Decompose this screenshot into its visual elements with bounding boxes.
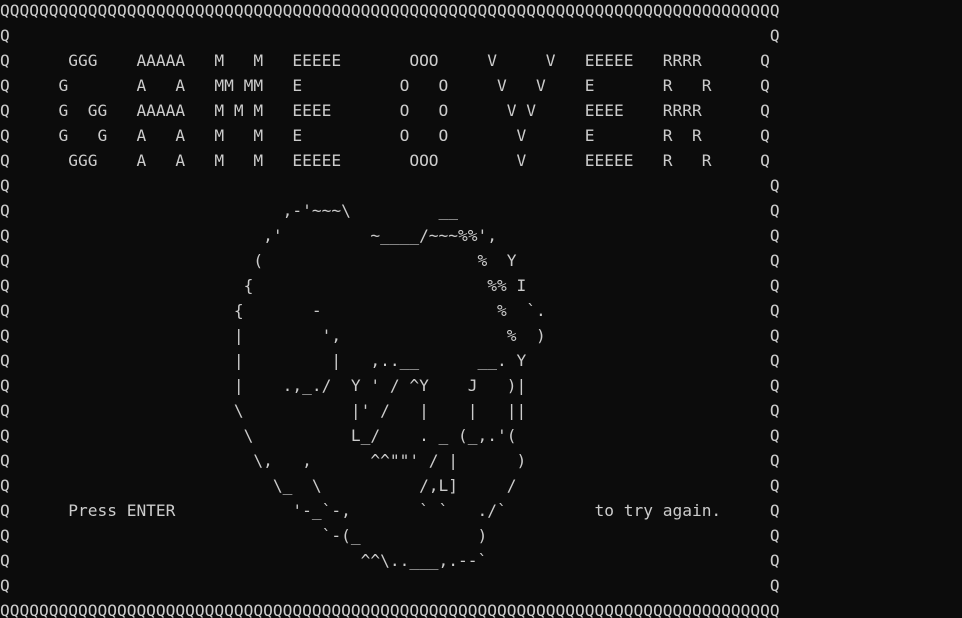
skull-art-row: Q | .,_./ Y ' / ^Y J )| Q [0,376,780,395]
bottom-border-row: QQQQQQQQQQQQQQQQQQQQQQQQQQQQQQQQQQQQQQQQ… [0,601,780,618]
skull-art-row: Q { %% I Q [0,276,780,295]
game-over-title-row: Q GGG AAAAA M M EEEEE OOO V V EEEEE RRRR… [0,51,770,70]
game-over-title-row: Q GGG A A M M EEEEE OOO V EEEEE R R Q [0,151,770,170]
game-over-title-row: Q G A A MM MM E O O V V E R R Q [0,76,770,95]
skull-art-row: Q \, , ^^""' / | ) Q [0,451,780,470]
skull-art-row: Q \ L_/ . _ (_,.'( Q [0,426,780,445]
skull-art-row: Q { - % `. Q [0,301,780,320]
skull-art-row: Q ( % Y Q [0,251,780,270]
game-over-title-row: Q G G A A M M E O O V E R R Q [0,126,770,145]
top-border-row: QQQQQQQQQQQQQQQQQQQQQQQQQQQQQQQQQQQQQQQQ… [0,1,780,20]
skull-art-row: Q `-(_ ) Q [0,526,780,545]
terminal-row: Q Q [0,176,780,195]
skull-art-row: Q \_ \ /,L] / Q [0,476,780,495]
game-over-screen: QQQQQQQQQQQQQQQQQQQQQQQQQQQQQQQQQQQQQQQQ… [0,0,962,618]
terminal-window: QQQQQQQQQQQQQQQQQQQQQQQQQQQQQQQQQQQQQQQQ… [0,0,962,618]
skull-art-row: Q ,-'~~~\ __ Q [0,201,780,220]
skull-art-row: Q \ |' / | | || Q [0,401,780,420]
game-over-title-row: Q G GG AAAAA M M M EEEE O O V V EEEE RRR… [0,101,770,120]
skull-art-row: Q | ', % ) Q [0,326,780,345]
skull-art-row: Q | | ,..__ __. Y Q [0,351,780,370]
skull-art-row: Q ^^\..___,.--` Q [0,551,780,570]
press-enter-prompt-row: Q Press ENTER '-_`-, ` ` ./` to try agai… [0,501,780,520]
terminal-row: Q Q [0,576,780,595]
skull-art-row: Q ,' ~____/~~~%%', Q [0,226,780,245]
terminal-row: Q Q [0,26,780,45]
